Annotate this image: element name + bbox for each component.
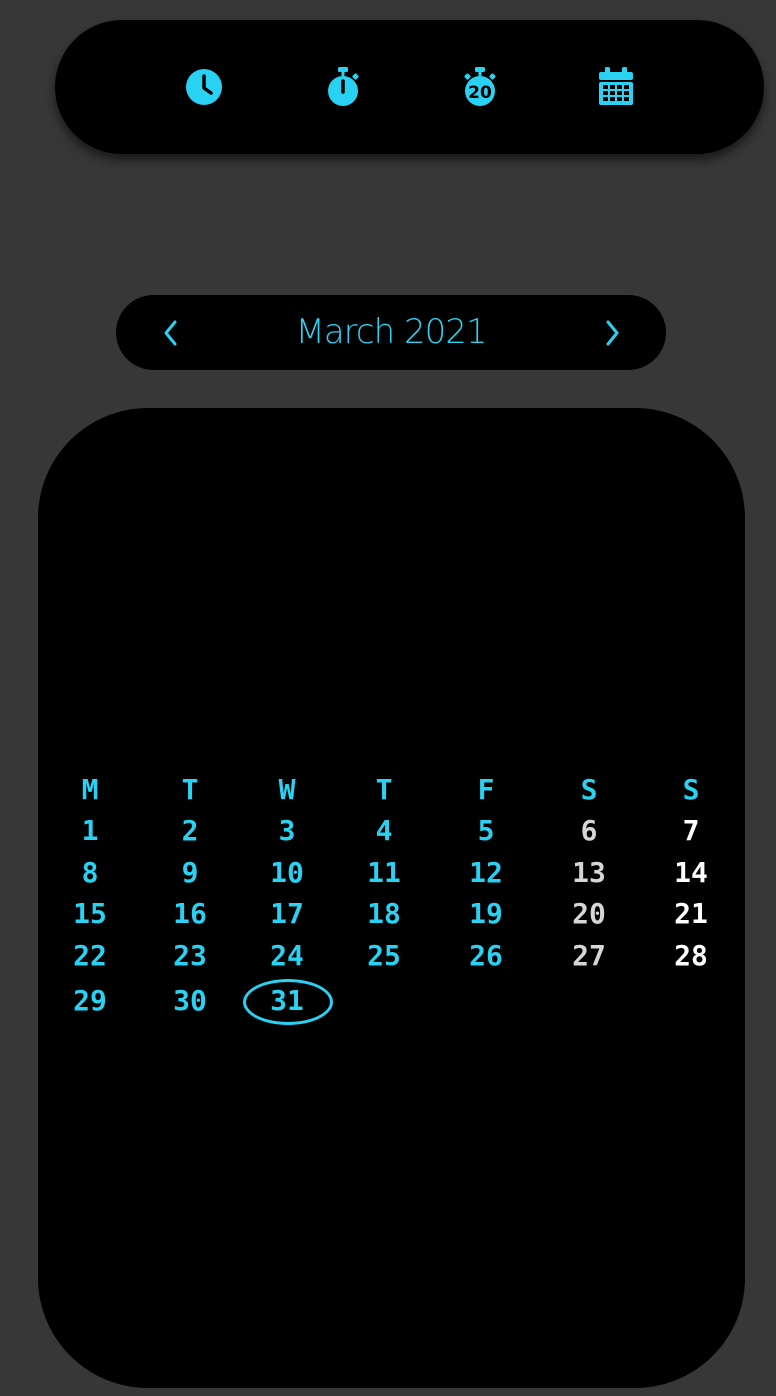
stopwatch-icon bbox=[328, 67, 359, 106]
month-navigator: March 2021 bbox=[116, 295, 666, 370]
calendar-day[interactable]: 2 bbox=[140, 811, 240, 851]
calendar-day-today[interactable]: 31 bbox=[237, 979, 337, 1025]
chevron-right-icon bbox=[606, 320, 619, 345]
calendar-day[interactable]: 22 bbox=[40, 936, 140, 976]
calendar-day[interactable]: 11 bbox=[334, 853, 434, 893]
weekday-header: T bbox=[181, 773, 199, 806]
weekday-header: T bbox=[375, 773, 393, 806]
calendar-day[interactable]: 20 bbox=[539, 894, 639, 934]
calendar-day[interactable]: 8 bbox=[40, 853, 140, 893]
weekday-header: F bbox=[477, 773, 495, 806]
calendar-day[interactable]: 15 bbox=[40, 894, 140, 934]
calendar-day[interactable]: 9 bbox=[140, 853, 240, 893]
weekday-header: S bbox=[682, 773, 700, 806]
prev-month-button[interactable] bbox=[141, 295, 201, 370]
calendar-day[interactable]: 6 bbox=[539, 811, 639, 851]
timer-button[interactable]: 20 bbox=[458, 65, 502, 109]
calendar-day[interactable]: 12 bbox=[436, 853, 536, 893]
calendar-day[interactable]: 18 bbox=[334, 894, 434, 934]
calendar-grid: M T W T F S S 1 2 3 4 5 6 7 8 9 10 11 12 13 14 15 16 17 18 19 20 21… bbox=[38, 408, 745, 1388]
calendar-day[interactable]: 26 bbox=[436, 936, 536, 976]
timer-icon: 20 bbox=[464, 67, 496, 106]
calendar-icon bbox=[599, 67, 633, 105]
stopwatch-button[interactable] bbox=[321, 65, 365, 109]
weekday-header: M bbox=[81, 773, 99, 806]
calendar-day[interactable]: 7 bbox=[641, 811, 741, 851]
calendar-day[interactable]: 25 bbox=[334, 936, 434, 976]
calendar-day[interactable]: 28 bbox=[641, 936, 741, 976]
chevron-left-icon bbox=[164, 320, 177, 345]
app-root: 20 March 2021 M T W T F S S 1 2 3 4 5 6 … bbox=[0, 0, 776, 1396]
calendar-day[interactable]: 19 bbox=[436, 894, 536, 934]
calendar-day[interactable]: 17 bbox=[237, 894, 337, 934]
weekday-header: S bbox=[580, 773, 598, 806]
calendar-day[interactable]: 29 bbox=[40, 981, 140, 1021]
clock-icon bbox=[186, 69, 222, 105]
calendar-day[interactable]: 27 bbox=[539, 936, 639, 976]
calendar-day[interactable]: 1 bbox=[40, 811, 140, 851]
calendar-day[interactable]: 24 bbox=[237, 936, 337, 976]
calendar-day[interactable]: 30 bbox=[140, 981, 240, 1021]
next-month-button[interactable] bbox=[582, 295, 642, 370]
calendar-day[interactable]: 4 bbox=[334, 811, 434, 851]
calendar-day[interactable]: 5 bbox=[436, 811, 536, 851]
mode-toolbar: 20 bbox=[55, 20, 764, 154]
calendar-day[interactable]: 21 bbox=[641, 894, 741, 934]
calendar-day[interactable]: 14 bbox=[641, 853, 741, 893]
clock-button[interactable] bbox=[182, 65, 226, 109]
calendar-panel: M T W T F S S 1 2 3 4 5 6 7 8 9 10 11 12 13 14 15 16 17 18 19 20 21… bbox=[38, 408, 745, 1388]
weekday-header: W bbox=[278, 773, 296, 806]
calendar-day[interactable]: 16 bbox=[140, 894, 240, 934]
timer-badge: 20 bbox=[468, 83, 492, 103]
calendar-day[interactable]: 10 bbox=[237, 853, 337, 893]
calendar-day[interactable]: 13 bbox=[539, 853, 639, 893]
month-title: March 2021 bbox=[295, 312, 488, 352]
calendar-day[interactable]: 23 bbox=[140, 936, 240, 976]
calendar-button[interactable] bbox=[594, 65, 638, 109]
calendar-day[interactable]: 3 bbox=[237, 811, 337, 851]
